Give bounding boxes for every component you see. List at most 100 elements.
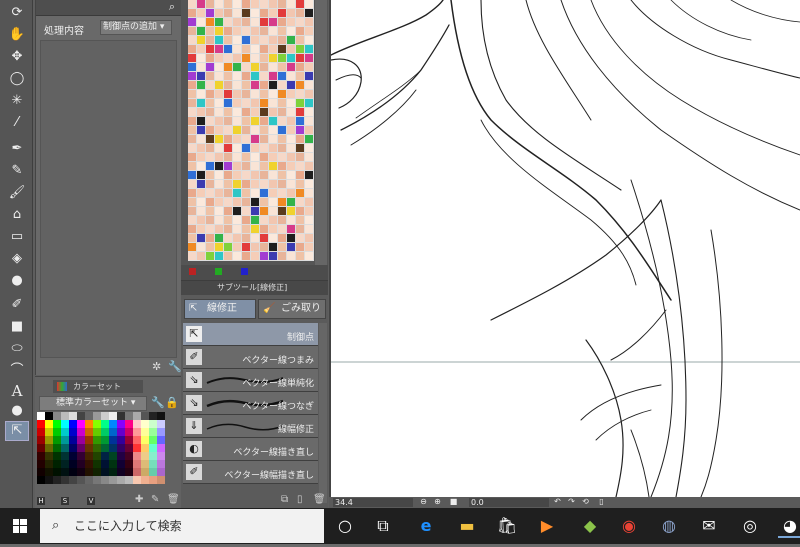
palette-swatch[interactable] <box>188 108 197 117</box>
palette-swatch[interactable] <box>188 126 197 135</box>
palette-swatch[interactable] <box>188 180 197 189</box>
rotate-right-icon[interactable]: ↷ <box>567 497 576 507</box>
palette-swatch[interactable] <box>233 9 242 18</box>
color-swatch[interactable] <box>133 460 141 468</box>
palette-swatch[interactable] <box>296 0 305 9</box>
color-swatch[interactable] <box>93 428 101 436</box>
color-swatch[interactable] <box>109 476 117 484</box>
palette-swatch[interactable] <box>296 54 305 63</box>
palette-swatch[interactable] <box>287 180 296 189</box>
palette-swatch[interactable] <box>224 18 233 27</box>
palette-swatch[interactable] <box>251 234 260 243</box>
palette-swatch[interactable] <box>188 171 197 180</box>
palette-swatch[interactable] <box>260 99 269 108</box>
color-swatch[interactable] <box>77 452 85 460</box>
palette-swatch[interactable] <box>188 0 197 9</box>
palette-swatch[interactable] <box>278 198 287 207</box>
gradient-icon[interactable]: ■ <box>6 318 28 336</box>
palette-swatch[interactable] <box>278 108 287 117</box>
palette-swatch[interactable] <box>269 162 278 171</box>
color-swatch[interactable] <box>61 420 69 428</box>
palette-swatch[interactable] <box>242 198 251 207</box>
ruler-icon[interactable]: ⌒ <box>6 362 28 380</box>
palette-swatch[interactable] <box>242 117 251 126</box>
color-swatch[interactable] <box>157 444 165 452</box>
color-swatch[interactable] <box>149 420 157 428</box>
clip-studio-icon[interactable]: ◕ <box>778 514 800 538</box>
palette-swatch[interactable] <box>224 117 233 126</box>
palette-swatch[interactable] <box>296 225 305 234</box>
trash-icon[interactable]: 🗑 <box>313 494 326 505</box>
palette-swatch[interactable] <box>278 72 287 81</box>
color-swatch[interactable] <box>53 452 61 460</box>
color-swatch[interactable] <box>53 420 61 428</box>
palette-swatch[interactable] <box>269 18 278 27</box>
palette-swatch[interactable] <box>233 189 242 198</box>
palette-swatch[interactable] <box>305 99 314 108</box>
palette-swatch[interactable] <box>206 9 215 18</box>
palette-swatch[interactable] <box>206 189 215 198</box>
palette-swatch[interactable] <box>215 99 224 108</box>
color-swatch[interactable] <box>157 452 165 460</box>
color-swatch[interactable] <box>61 436 69 444</box>
palette-swatch[interactable] <box>287 153 296 162</box>
palette-swatch[interactable] <box>233 153 242 162</box>
palette-swatch[interactable] <box>242 162 251 171</box>
palette-swatch[interactable] <box>251 99 260 108</box>
palette-swatch[interactable] <box>287 135 296 144</box>
palette-swatch[interactable] <box>287 252 296 261</box>
palette-swatch[interactable] <box>215 72 224 81</box>
app-globe-icon[interactable]: ◍ <box>657 514 681 538</box>
palette-swatch[interactable] <box>269 45 278 54</box>
color-swatch[interactable] <box>101 428 109 436</box>
angle-field[interactable]: 0.0 <box>469 498 549 507</box>
palette-swatch[interactable] <box>305 45 314 54</box>
palette-swatch[interactable] <box>251 27 260 36</box>
palette-swatch[interactable] <box>233 63 242 72</box>
color-swatch[interactable] <box>149 444 157 452</box>
color-swatch[interactable] <box>133 468 141 476</box>
palette-swatch[interactable] <box>188 99 197 108</box>
color-swatch[interactable] <box>101 476 109 484</box>
palette-swatch[interactable] <box>287 171 296 180</box>
palette-swatch[interactable] <box>296 108 305 117</box>
palette-swatch[interactable] <box>260 144 269 153</box>
palette-swatch[interactable] <box>278 81 287 90</box>
palette-swatch[interactable] <box>215 144 224 153</box>
fit-icon[interactable]: ■ <box>449 497 458 507</box>
palette-swatch[interactable] <box>260 108 269 117</box>
color-swatch[interactable] <box>53 436 61 444</box>
color-swatch[interactable] <box>149 412 157 420</box>
color-swatch[interactable] <box>141 476 149 484</box>
palette-swatch[interactable] <box>269 27 278 36</box>
color-swatch[interactable] <box>133 420 141 428</box>
palette-swatch[interactable] <box>188 189 197 198</box>
color-swatch[interactable] <box>149 468 157 476</box>
palette-swatch[interactable] <box>224 27 233 36</box>
color-swatch[interactable] <box>77 428 85 436</box>
flip-icon[interactable]: ▯ <box>597 497 606 507</box>
palette-swatch[interactable] <box>233 27 242 36</box>
palette-swatch[interactable] <box>269 198 278 207</box>
palette-swatch[interactable] <box>215 189 224 198</box>
palette-swatch[interactable] <box>188 63 197 72</box>
color-swatch[interactable] <box>101 468 109 476</box>
palette-swatch[interactable] <box>287 207 296 216</box>
palette-swatch[interactable] <box>260 189 269 198</box>
palette-swatch[interactable] <box>260 45 269 54</box>
hsv-h[interactable]: H <box>37 497 45 505</box>
color-swatch[interactable] <box>125 444 133 452</box>
palette-swatch[interactable] <box>206 180 215 189</box>
color-swatch[interactable] <box>77 444 85 452</box>
palette-swatch[interactable] <box>287 54 296 63</box>
palette-swatch[interactable] <box>188 135 197 144</box>
group-dust-removal[interactable]: 🧹 ごみ取り <box>258 299 326 319</box>
palette-swatch[interactable] <box>197 207 206 216</box>
palette-swatch[interactable] <box>197 0 206 9</box>
tab-color-set[interactable]: カラーセット <box>53 380 143 393</box>
palette-swatch[interactable] <box>197 189 206 198</box>
color-swatch[interactable] <box>117 452 125 460</box>
palette-swatch[interactable] <box>188 234 197 243</box>
palette-swatch[interactable] <box>269 117 278 126</box>
palette-swatch[interactable] <box>287 225 296 234</box>
